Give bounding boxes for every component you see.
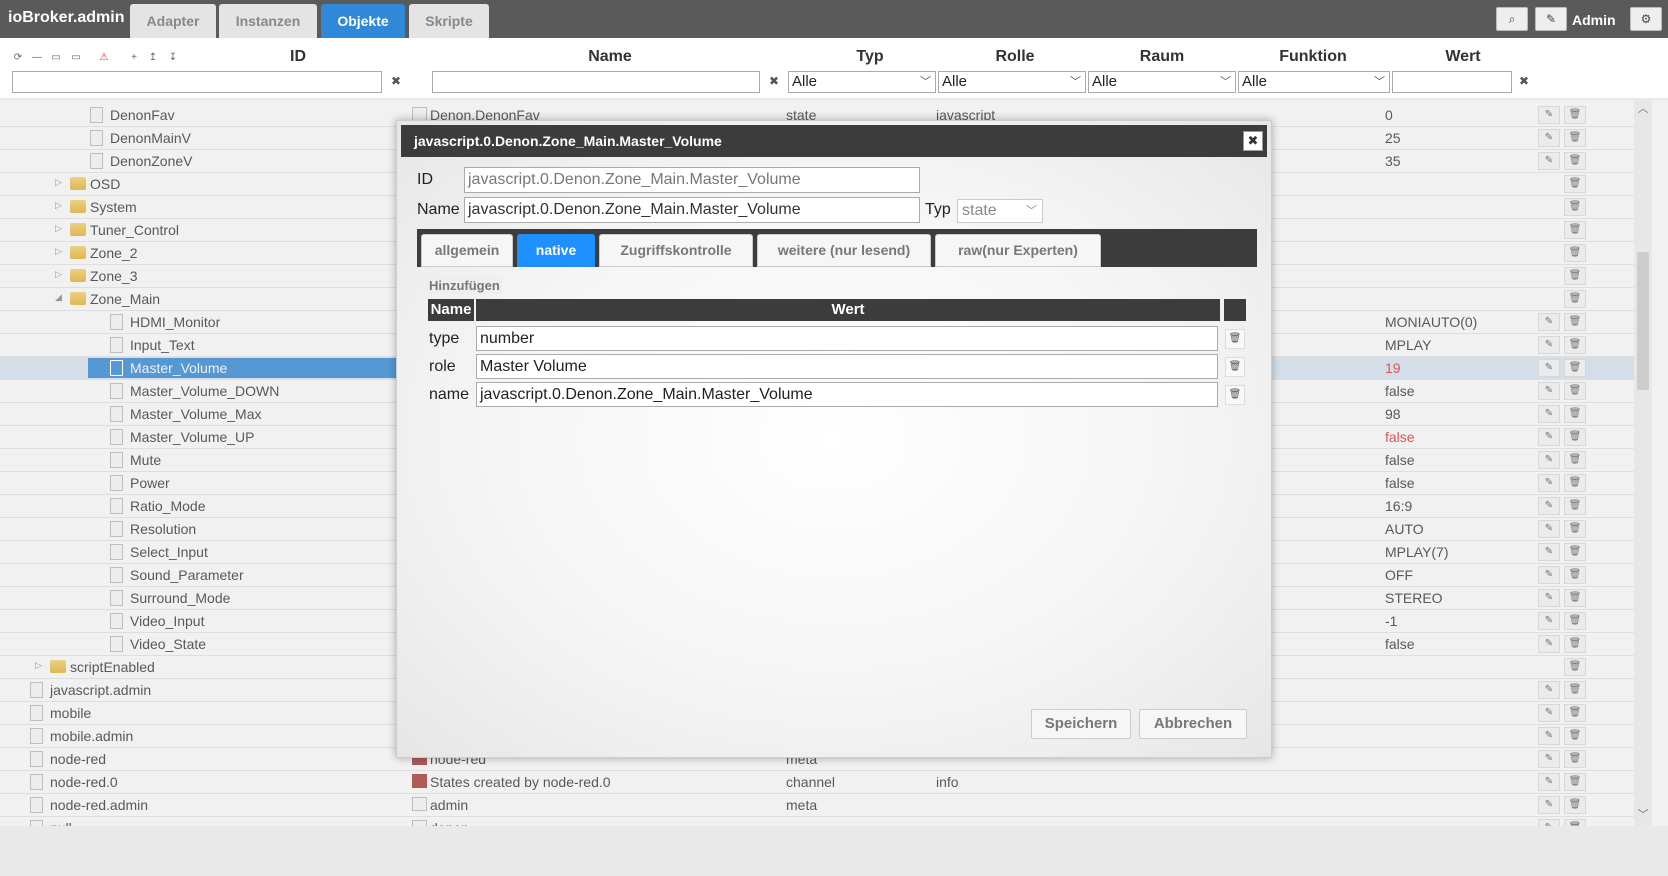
object-edit-dialog: javascript.0.Denon.Zone_Main.Master_Volu… xyxy=(396,120,1272,758)
folder-open-icon[interactable]: ▭ xyxy=(68,50,84,66)
th-wert: Wert xyxy=(476,299,1220,321)
chevron-down-icon: ﹀ xyxy=(920,76,931,88)
tab-native[interactable]: native xyxy=(517,234,595,267)
raum-filter-select[interactable]: Alle ﹀ xyxy=(1088,71,1236,93)
id-field[interactable]: javascript.0.Denon.Zone_Main.Master_Volu… xyxy=(464,167,920,193)
app-title: ioBroker.admin xyxy=(8,9,125,26)
id-label: ID xyxy=(417,171,433,188)
id-filter-input[interactable] xyxy=(12,71,382,93)
col-rolle-title: Rolle xyxy=(995,48,1035,65)
chevron-down-icon: ﹀ xyxy=(1070,76,1081,88)
gear-icon[interactable]: ⚙ xyxy=(1630,7,1662,31)
col-wert-title: Wert xyxy=(1445,48,1481,65)
user-name: Admin xyxy=(1572,12,1616,28)
refresh-icon[interactable]: ⟳ xyxy=(10,50,26,66)
folder-closed-icon[interactable]: ▭ xyxy=(48,50,64,66)
dialog-tabbar: allgemein native Zugriffskontrolle weite… xyxy=(417,229,1257,267)
file-icon xyxy=(110,360,123,376)
cancel-button[interactable]: Abbrechen xyxy=(1139,709,1247,739)
funktion-filter-value: Alle xyxy=(1242,73,1268,90)
add-button[interactable]: Hinzufügen xyxy=(427,277,502,294)
tab-objekte[interactable]: Objekte xyxy=(321,4,405,38)
column-header: ⟳ — ▭ ▭ ⚠ + ↥ ↧ ID Name Typ Rolle Raum F… xyxy=(0,38,1668,98)
tab-raw[interactable]: raw(nur Experten) xyxy=(935,234,1101,267)
tab-instanzen[interactable]: Instanzen xyxy=(219,4,317,38)
funktion-filter-select[interactable]: Alle ﹀ xyxy=(1238,71,1390,93)
chevron-down-icon: ﹀ xyxy=(1220,76,1231,88)
raum-filter-value: Alle xyxy=(1092,73,1118,90)
tab-zugriffskontrolle[interactable]: Zugriffskontrolle xyxy=(599,234,753,267)
typ-select-value: state xyxy=(962,202,997,219)
typ-label: Typ xyxy=(925,201,951,218)
clear-id-filter-icon[interactable]: ✖ xyxy=(388,73,404,89)
dialog-titlebar[interactable]: javascript.0.Denon.Zone_Main.Master_Volu… xyxy=(401,125,1267,157)
col-raum-title: Raum xyxy=(1139,48,1185,65)
native-row-value-input[interactable]: javascript.0.Denon.Zone_Main.Master_Volu… xyxy=(476,382,1218,407)
delete-icon[interactable]: 🗑 xyxy=(1225,329,1245,349)
chevron-down-icon: ﹀ xyxy=(1026,205,1037,217)
th-name: Name xyxy=(428,299,474,321)
close-icon[interactable]: ✖ xyxy=(1243,131,1263,151)
rolle-filter-select[interactable]: Alle ﹀ xyxy=(938,71,1086,93)
native-table-header: Name Wert xyxy=(428,299,1246,321)
user-icon[interactable]: ⚠ xyxy=(96,50,112,66)
top-bar: ioBroker.admin Adapter Instanzen Objekte… xyxy=(0,0,1668,38)
tab-allgemein[interactable]: allgemein xyxy=(421,234,513,267)
col-typ-title: Typ xyxy=(856,48,884,65)
typ-filter-value: Alle xyxy=(792,73,818,90)
native-row-value-input[interactable]: Master Volume xyxy=(476,354,1218,379)
wert-filter-input[interactable] xyxy=(1392,71,1512,93)
native-row-name: role xyxy=(429,358,456,375)
download-icon[interactable]: ↧ xyxy=(165,50,181,66)
name-label: Name xyxy=(417,201,460,218)
dialog-title: javascript.0.Denon.Zone_Main.Master_Volu… xyxy=(414,133,722,149)
tab-adapter[interactable]: Adapter xyxy=(130,4,216,38)
tab-skripte[interactable]: Skripte xyxy=(409,4,489,38)
clear-wert-filter-icon[interactable]: ✖ xyxy=(1516,73,1532,89)
col-funktion-title: Funktion xyxy=(1279,48,1347,65)
col-name-title: Name xyxy=(588,48,632,65)
delete-icon[interactable]: 🗑 xyxy=(1225,357,1245,377)
native-row-value-input[interactable]: number xyxy=(476,326,1218,351)
tab-weitere[interactable]: weitere (nur lesend) xyxy=(757,234,931,267)
collapse-icon[interactable]: — xyxy=(29,50,45,66)
rolle-filter-value: Alle xyxy=(942,73,968,90)
typ-select[interactable]: state ﹀ xyxy=(957,199,1043,223)
edit-icon[interactable]: ✎ xyxy=(1535,7,1567,31)
name-filter-input[interactable] xyxy=(432,71,760,93)
search-icon[interactable]: ⌕ xyxy=(1496,7,1528,31)
delete-icon[interactable]: 🗑 xyxy=(1225,385,1245,405)
footer xyxy=(0,826,1668,876)
clear-name-filter-icon[interactable]: ✖ xyxy=(766,73,782,89)
typ-filter-select[interactable]: Alle ﹀ xyxy=(788,71,936,93)
upload-icon[interactable]: ↥ xyxy=(145,50,161,66)
save-button[interactable]: Speichern xyxy=(1031,709,1131,739)
th-actions xyxy=(1224,299,1246,321)
add-icon[interactable]: + xyxy=(126,50,142,66)
chevron-down-icon: ﹀ xyxy=(1374,76,1385,88)
native-row-name: name xyxy=(429,386,470,403)
name-field[interactable]: javascript.0.Denon.Zone_Main.Master_Volu… xyxy=(464,197,920,223)
native-row-name: type xyxy=(429,330,460,347)
col-id-title: ID xyxy=(290,48,306,65)
